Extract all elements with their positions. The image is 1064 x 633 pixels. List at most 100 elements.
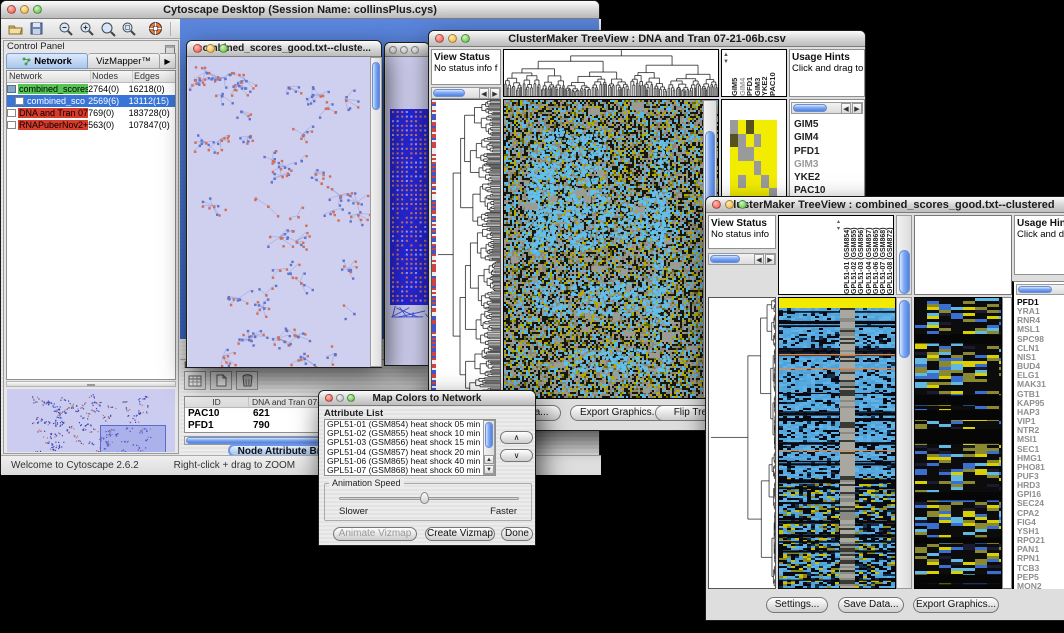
- matrix-cell[interactable]: [738, 147, 746, 161]
- scrollbar-thumb[interactable]: [899, 250, 910, 294]
- network-table-row[interactable]: combined_sco2569(6)13112(15): [7, 95, 175, 107]
- matrix-cell[interactable]: [769, 120, 777, 134]
- tab-network[interactable]: Network: [6, 53, 88, 69]
- gene-label[interactable]: PFD1: [794, 145, 826, 158]
- matrix-cell[interactable]: [738, 120, 746, 134]
- col-nodes[interactable]: Nodes: [91, 71, 133, 82]
- attribute-table-icon[interactable]: [184, 371, 206, 390]
- move-down-button[interactable]: ∨: [500, 449, 533, 462]
- gene-label[interactable]: GIM5: [794, 118, 826, 131]
- minimize-button[interactable]: [725, 200, 734, 209]
- network-table-row[interactable]: RNAPuberNov2+563(0)107847(0): [7, 119, 175, 131]
- tv1-gene-dendrogram[interactable]: [431, 99, 501, 399]
- close-button[interactable]: [435, 34, 444, 43]
- scroll-down-icon[interactable]: ▼: [484, 465, 494, 474]
- tv2-status-scrollbar[interactable]: ◀ ▶: [708, 253, 776, 265]
- close-button[interactable]: [325, 394, 333, 402]
- gene-label[interactable]: MON2: [1017, 582, 1046, 589]
- col-network[interactable]: Network: [7, 71, 91, 82]
- tv2-save-data-button[interactable]: Save Data...: [838, 597, 904, 613]
- tab-vizmapper[interactable]: VizMapper™: [88, 53, 160, 69]
- matrix-cell[interactable]: [730, 134, 738, 148]
- minimize-button[interactable]: [206, 44, 215, 53]
- scrollbar-thumb[interactable]: [372, 62, 380, 110]
- matrix-cell[interactable]: [769, 147, 777, 161]
- matrix-cell[interactable]: [730, 175, 738, 189]
- tv2-gene-dendrogram[interactable]: [708, 297, 776, 589]
- treeview1-titlebar[interactable]: ClusterMaker TreeView : DNA and Tran 07-…: [429, 31, 865, 47]
- tv2-center-vscrollbar[interactable]: [896, 215, 912, 295]
- help-lifering-icon[interactable]: [146, 20, 165, 37]
- scroll-left-arrow[interactable]: ◀: [479, 88, 489, 99]
- scroll-right-arrow[interactable]: ▶: [852, 103, 862, 114]
- matrix-cell[interactable]: [730, 147, 738, 161]
- scrollbar-thumb[interactable]: [433, 89, 465, 97]
- scroll-up-icon[interactable]: ▲: [723, 52, 729, 58]
- minimize-button[interactable]: [20, 5, 29, 14]
- zoom-selected-icon[interactable]: [119, 20, 138, 37]
- minimize-button[interactable]: [400, 46, 408, 54]
- tv1-array-dendrogram[interactable]: [503, 49, 719, 97]
- scrollbar-thumb[interactable]: [485, 422, 493, 448]
- animate-vizmap-button[interactable]: Animate Vizmap: [333, 527, 417, 541]
- scroll-up-icon[interactable]: ▲: [484, 455, 494, 464]
- zoom-button[interactable]: [738, 200, 747, 209]
- tv2-heatmap-vscrollbar[interactable]: [896, 297, 912, 589]
- matrix-cell[interactable]: [746, 120, 754, 134]
- close-button[interactable]: [7, 5, 16, 14]
- delete-attribute-icon[interactable]: [236, 371, 258, 390]
- tv2-export-graphics-button[interactable]: Export Graphics...: [913, 597, 999, 613]
- matrix-cell[interactable]: [738, 134, 746, 148]
- matrix-cell[interactable]: [754, 147, 762, 161]
- matrix-cell[interactable]: [746, 147, 754, 161]
- zoom-button[interactable]: [33, 5, 42, 14]
- network-table-row[interactable]: combined_scores2764(0)16218(0): [7, 83, 175, 95]
- gene-label[interactable]: YKE2: [794, 171, 826, 184]
- attribute-listbox[interactable]: GPL51-01 (GSM854) heat shock 05 minGPL51…: [324, 419, 496, 476]
- new-attribute-icon[interactable]: [210, 371, 232, 390]
- matrix-cell[interactable]: [761, 147, 769, 161]
- matrix-cell[interactable]: [769, 161, 777, 175]
- attribute-list-item[interactable]: GPL51-07 (GSM868) heat shock 60 min: [325, 466, 495, 475]
- matrix-cell[interactable]: [769, 175, 777, 189]
- scrollbar-thumb[interactable]: [793, 104, 827, 112]
- tab-overflow-arrow[interactable]: ▶: [160, 53, 176, 69]
- close-button[interactable]: [193, 44, 202, 53]
- matrix-cell[interactable]: [761, 161, 769, 175]
- scroll-right-arrow[interactable]: ▶: [490, 88, 500, 99]
- matrix-cell[interactable]: [746, 175, 754, 189]
- tv2-heatmap-secondary[interactable]: [914, 297, 1002, 589]
- scroll-right-arrow[interactable]: ▶: [765, 254, 775, 265]
- array-column-label[interactable]: PAC10: [768, 52, 777, 96]
- matrix-cell[interactable]: [754, 120, 762, 134]
- background-network-view[interactable]: [386, 57, 429, 365]
- array-column-label[interactable]: GPL51-08 (GSM872): [886, 218, 894, 294]
- matrix-cell[interactable]: [730, 161, 738, 175]
- matrix-cell[interactable]: [730, 120, 738, 134]
- zoom-button[interactable]: [219, 44, 228, 53]
- dialog-titlebar[interactable]: Map Colors to Network: [319, 391, 535, 406]
- close-button[interactable]: [389, 46, 397, 54]
- scrollbar-thumb[interactable]: [1018, 286, 1052, 293]
- matrix-cell[interactable]: [746, 161, 754, 175]
- scroll-down-icon[interactable]: ▼: [723, 59, 729, 65]
- network-view[interactable]: [188, 57, 370, 367]
- attribute-list-vscrollbar[interactable]: ▲ ▼: [483, 420, 495, 475]
- zoom-in-icon[interactable]: [77, 20, 96, 37]
- main-titlebar[interactable]: Cytoscape Desktop (Session Name: collins…: [1, 1, 599, 19]
- tv2-heatmap-main[interactable]: [778, 297, 896, 589]
- tv1-heatmap[interactable]: [503, 99, 719, 399]
- matrix-cell[interactable]: [769, 134, 777, 148]
- matrix-cell[interactable]: [754, 134, 762, 148]
- treeview2-titlebar[interactable]: ClusterMaker TreeView : combined_scores_…: [706, 197, 1064, 213]
- close-button[interactable]: [712, 200, 721, 209]
- scroll-left-arrow[interactable]: ◀: [754, 254, 764, 265]
- scroll-left-arrow[interactable]: ◀: [841, 103, 851, 114]
- scrollbar-thumb[interactable]: [710, 255, 740, 263]
- network-overview[interactable]: [7, 389, 175, 452]
- tv2-settings-button[interactable]: Settings...: [766, 597, 828, 613]
- zoom-button[interactable]: [347, 394, 355, 402]
- col-edges[interactable]: Edges: [133, 71, 173, 82]
- data-col-id[interactable]: ID: [185, 397, 249, 407]
- tv1-label-scrollbar[interactable]: ◀ ▶: [791, 102, 863, 114]
